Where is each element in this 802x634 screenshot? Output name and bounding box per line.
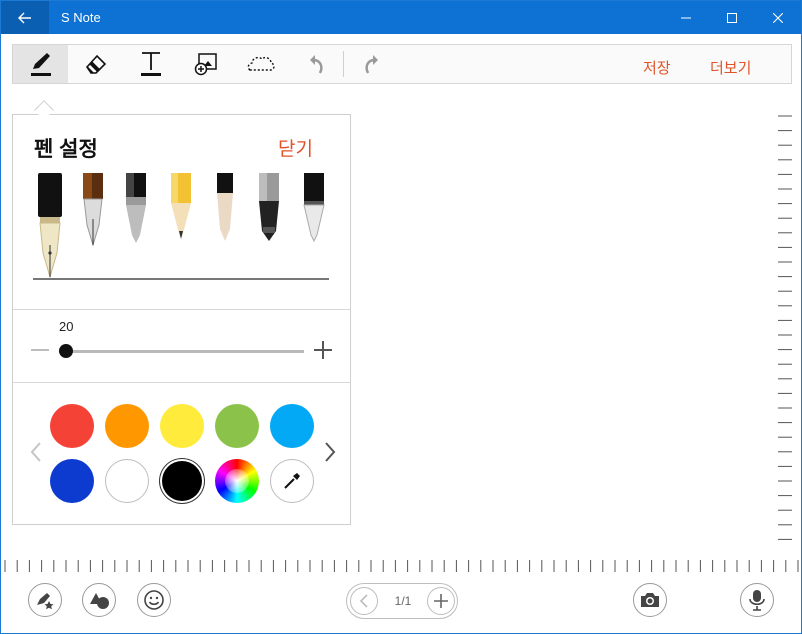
marker-option[interactable]: [214, 173, 236, 245]
save-button[interactable]: 저장: [643, 57, 671, 78]
pen-type-list: [31, 173, 333, 283]
color-swatch-yellow[interactable]: [160, 404, 204, 448]
color-next-arrow[interactable]: [323, 441, 337, 463]
chevron-left-icon: [359, 594, 368, 608]
text-icon: [140, 52, 161, 76]
eraser-tool-button[interactable]: [68, 45, 123, 83]
fountain-pen-option[interactable]: [37, 173, 63, 279]
add-page-button[interactable]: [427, 587, 455, 615]
shapes-icon: [90, 593, 109, 609]
maximize-icon: [727, 12, 737, 23]
increase-size-button[interactable]: [314, 341, 332, 359]
window-title: S Note: [61, 10, 101, 25]
image-add-icon: [194, 53, 217, 76]
close-button[interactable]: [755, 1, 801, 34]
close-icon: [773, 12, 783, 23]
color-prev-arrow[interactable]: [29, 441, 43, 463]
panel-title: 펜 설정: [34, 138, 98, 161]
eyedropper-icon: [284, 473, 300, 489]
pen-tool-button[interactable]: [13, 45, 68, 83]
text-tool-button[interactable]: [123, 45, 178, 83]
pen-icon: [30, 53, 51, 76]
lasso-select-icon: [247, 56, 275, 71]
favorite-pen-button[interactable]: [28, 583, 62, 617]
microphone-icon: [749, 590, 765, 611]
plus-icon: [434, 594, 448, 608]
minimize-button[interactable]: [663, 1, 709, 34]
minimize-icon: [681, 17, 691, 18]
shapes-button[interactable]: [82, 583, 116, 617]
undo-icon: [309, 55, 323, 74]
back-arrow-icon: [18, 12, 31, 23]
color-swatch-sky-blue[interactable]: [270, 404, 314, 448]
page-navigator: 1/1: [346, 583, 458, 619]
horizontal-ruler: [4, 560, 799, 572]
redo-button[interactable]: [344, 45, 399, 83]
favorite-pen-icon: [37, 593, 54, 610]
felt-pen-option[interactable]: [258, 173, 280, 243]
panel-close-button[interactable]: 닫기: [278, 134, 313, 161]
back-button[interactable]: [1, 1, 49, 34]
section-divider: [13, 309, 350, 310]
section-divider: [13, 382, 350, 383]
emoji-icon: [144, 590, 164, 610]
undo-button[interactable]: [288, 45, 343, 83]
drawing-toolbar: 저장 더보기: [12, 44, 792, 84]
pen-size-slider-thumb[interactable]: [59, 344, 73, 358]
pen-preview-line: [33, 278, 329, 280]
camera-icon: [641, 593, 659, 607]
ballpoint-pen-option[interactable]: [303, 173, 325, 245]
color-swatch-blue[interactable]: [50, 459, 94, 503]
brush-pen-option[interactable]: [125, 173, 147, 245]
camera-button[interactable]: [633, 583, 667, 617]
spectrum-center: [225, 469, 249, 493]
decrease-size-button[interactable]: [31, 349, 49, 351]
color-swatch-green[interactable]: [215, 404, 259, 448]
page-indicator: 1/1: [394, 594, 412, 608]
vertical-ruler: [778, 115, 792, 540]
eyedropper-button[interactable]: [270, 459, 314, 503]
previous-page-button[interactable]: [350, 587, 378, 615]
maximize-button[interactable]: [709, 1, 755, 34]
voice-record-button[interactable]: [740, 583, 774, 617]
color-swatch-red[interactable]: [50, 404, 94, 448]
pen-settings-panel: 펜 설정 닫기 20: [12, 114, 351, 525]
pen-size-slider[interactable]: [63, 350, 304, 353]
calligraphy-pen-option[interactable]: [82, 173, 104, 247]
color-swatch-black[interactable]: [162, 461, 202, 501]
redo-icon: [364, 55, 378, 74]
s-note-window: S Note 저장 더보기 펜 설정 닫기 20 1/1: [0, 0, 802, 634]
color-swatch-orange[interactable]: [105, 404, 149, 448]
eraser-icon: [85, 54, 106, 74]
title-bar: S Note: [1, 1, 801, 34]
more-button[interactable]: 더보기: [710, 57, 751, 78]
color-spectrum-picker[interactable]: [215, 459, 259, 503]
selection-tool-button[interactable]: [233, 45, 288, 83]
pen-size-value: 20: [59, 319, 74, 334]
insert-image-button[interactable]: [178, 45, 233, 83]
color-swatch-white[interactable]: [105, 459, 149, 503]
pencil-option[interactable]: [170, 173, 192, 245]
emoji-button[interactable]: [137, 583, 171, 617]
